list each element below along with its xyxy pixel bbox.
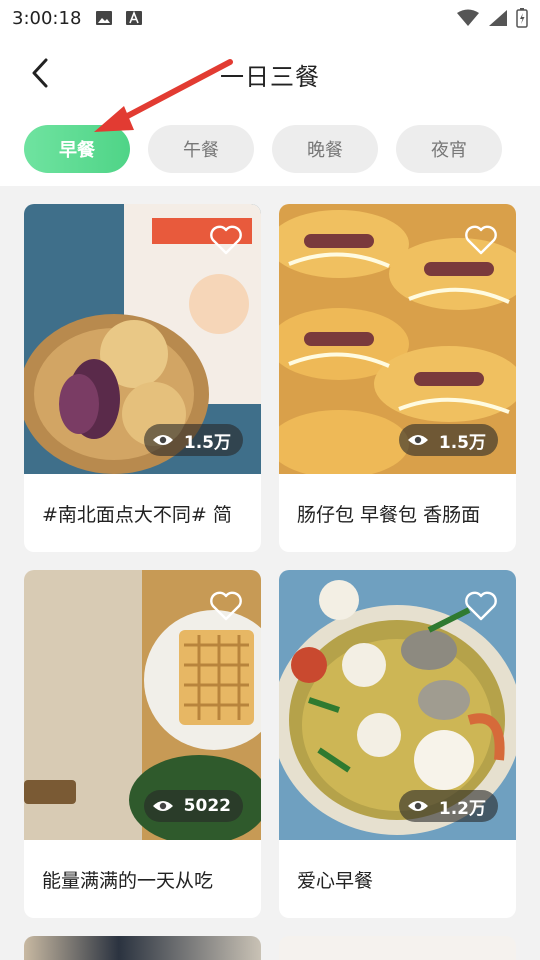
tab-lunch[interactable]: 午餐 — [148, 125, 254, 173]
view-count-badge: 1.5万 — [143, 424, 243, 456]
eye-icon — [407, 435, 428, 445]
wifi-icon — [457, 9, 479, 26]
image-notification-icon — [96, 11, 113, 25]
recipe-title: #南北面点大不同# 简 — [42, 503, 232, 526]
eye-icon — [407, 801, 428, 811]
recipe-image: 1.5万 — [279, 204, 516, 474]
status-bar: 3:00:18 — [0, 0, 540, 36]
eye-icon — [152, 801, 173, 811]
recipe-image: 1.2万 — [279, 570, 516, 840]
header: 一日三餐 — [0, 36, 540, 112]
signal-icon — [489, 10, 507, 26]
recipe-title: 肠仔包 早餐包 香肠面 — [297, 503, 481, 526]
view-count: 1.5万 — [438, 432, 486, 453]
favorite-heart-icon[interactable] — [464, 224, 498, 256]
tab-breakfast[interactable]: 早餐 — [24, 125, 130, 173]
view-count: 1.5万 — [183, 432, 231, 453]
back-arrow-icon[interactable] — [26, 56, 56, 90]
page-title: 一日三餐 — [220, 62, 320, 91]
favorite-heart-icon[interactable] — [464, 590, 498, 622]
view-count-badge: 1.5万 — [398, 424, 498, 456]
tab-dinner[interactable]: 晚餐 — [272, 125, 378, 173]
meal-tabs: 早餐 午餐 晚餐 夜宵 — [0, 112, 540, 186]
recipe-card[interactable]: 5022 能量满满的一天从吃 — [24, 570, 261, 918]
recipe-title: 能量满满的一天从吃 — [42, 869, 214, 892]
a-notification-icon — [126, 10, 143, 25]
recipe-image: 5022 — [24, 570, 261, 840]
tab-late-night[interactable]: 夜宵 — [396, 125, 502, 173]
view-count-badge: 1.2万 — [398, 790, 498, 822]
favorite-heart-icon[interactable] — [209, 590, 243, 622]
eye-icon — [152, 435, 173, 445]
view-count-badge: 5022 — [143, 790, 243, 822]
recipe-card[interactable]: 1.5万 肠仔包 早餐包 香肠面 — [279, 204, 516, 552]
status-time: 3:00:18 — [12, 7, 82, 29]
recipe-card[interactable]: 1.5万 #南北面点大不同# 简 — [24, 204, 261, 552]
recipe-card-peek[interactable] — [279, 936, 516, 960]
recipe-card-peek[interactable] — [24, 936, 261, 960]
view-count: 1.2万 — [438, 798, 486, 819]
recipe-title: 爱心早餐 — [297, 869, 374, 892]
view-count: 5022 — [183, 796, 231, 816]
recipe-image: 1.5万 — [24, 204, 261, 474]
battery-icon — [516, 8, 528, 28]
recipe-grid: 1.5万 #南北面点大不同# 简 1.5万 肠仔包 早餐包 香肠面 5022 能… — [24, 204, 516, 918]
recipe-card[interactable]: 1.2万 爱心早餐 — [279, 570, 516, 918]
favorite-heart-icon[interactable] — [209, 224, 243, 256]
